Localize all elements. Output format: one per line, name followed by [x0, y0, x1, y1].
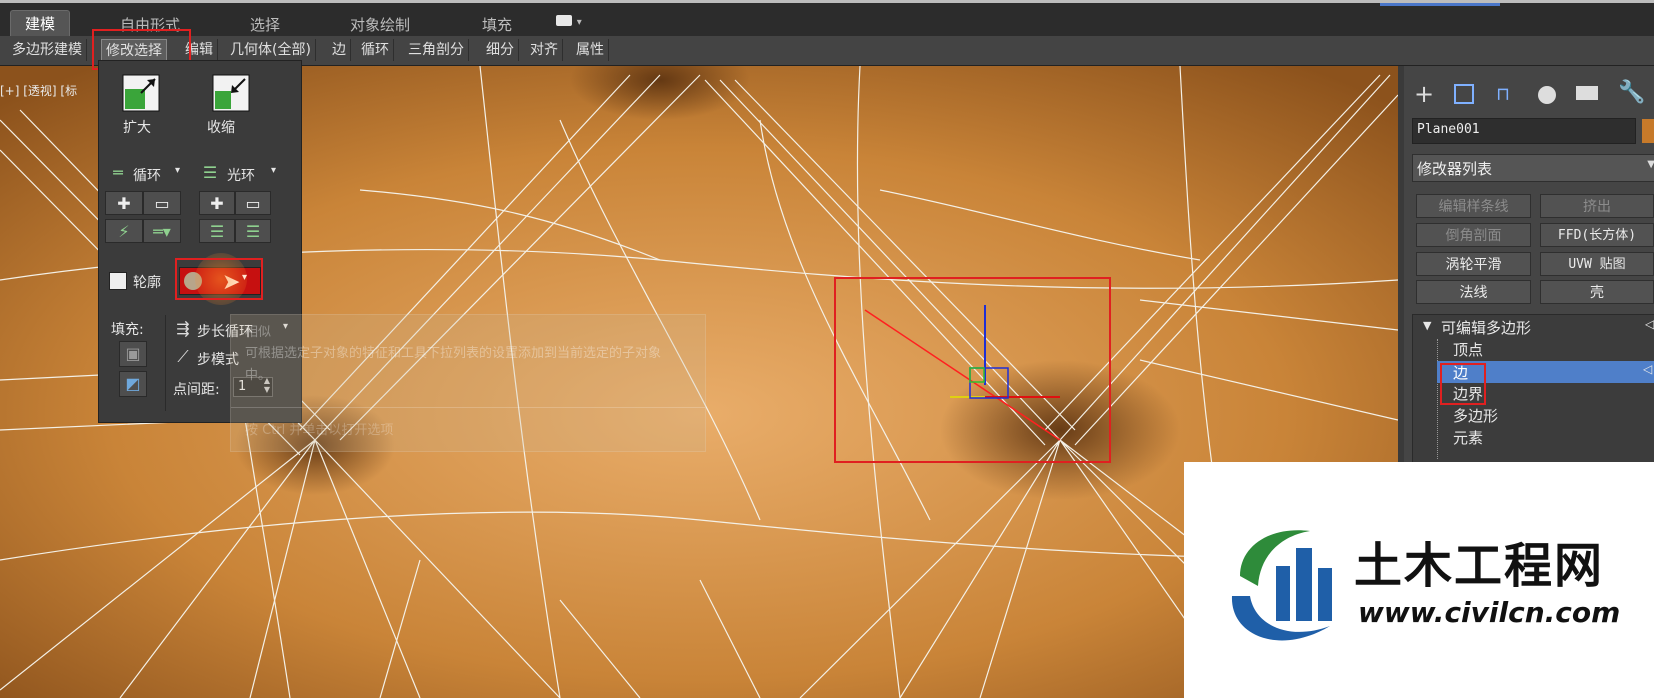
tb-properties[interactable]: 属性 — [572, 39, 609, 61]
stack-root-label[interactable]: 可编辑多边形 — [1441, 317, 1531, 338]
object-color-swatch[interactable] — [1642, 119, 1654, 143]
mod-normal-button[interactable]: 法线 — [1416, 280, 1531, 304]
tb-edge[interactable]: 边 — [328, 39, 351, 61]
tooltip-body: 可根据选定子对象的特征和工具下拉列表的设置添加到当前选定的子对象中。 — [245, 346, 662, 383]
stack-item-polygon[interactable]: 多边形 — [1453, 405, 1498, 426]
tab-selection[interactable]: 选择 — [250, 14, 280, 35]
stack-item-element[interactable]: 元素 — [1453, 427, 1483, 448]
loop-mode-icon: ═▾ — [153, 222, 171, 241]
light-bulb-icon: ◁ — [1643, 362, 1653, 376]
mod-edit-spline-button[interactable]: 编辑样条线 — [1416, 194, 1531, 218]
object-name-value: Plane001 — [1417, 122, 1480, 137]
mod-ffd-box-button[interactable]: FFD(长方体) — [1540, 223, 1654, 247]
chevron-down-icon: ▾ — [175, 165, 181, 176]
ring-mode-icon: ☰ — [245, 222, 261, 241]
mod-extrude-button[interactable]: 挤出 — [1540, 194, 1654, 218]
watermark-logo: 土木工程网 www.civilcn.com — [1184, 462, 1654, 698]
ribbon-tab-bar: 建模 自由形式 选择 对象绘制 填充 ▾ — [0, 0, 1654, 38]
outline-label: 轮廓 — [133, 275, 161, 291]
fill-element-icon: ◩ — [125, 374, 141, 393]
loop-mode-dropdown[interactable]: ═▾ — [143, 219, 181, 243]
shrink-ring-button[interactable]: ▭ — [235, 191, 271, 215]
tb-loops[interactable]: 循环 — [357, 39, 394, 61]
tb-subdivision[interactable]: 细分 — [482, 39, 519, 61]
chevron-down-icon: ▾ — [271, 165, 277, 176]
loop-dropdown[interactable]: ═ 循环 ▾ — [107, 163, 187, 185]
grow-label: 扩大 — [123, 120, 151, 136]
ring-icon: ☰ — [202, 163, 218, 182]
tb-align[interactable]: 对齐 — [526, 39, 563, 61]
fill-element-button[interactable]: ◩ — [119, 371, 147, 397]
chevron-down-icon: ▼ — [1647, 159, 1654, 170]
tooltip-title: 相似 — [245, 325, 272, 340]
hierarchy-tab-icon[interactable]: ⊓ — [1496, 84, 1510, 105]
tooltip-divider — [231, 407, 705, 408]
viewport-label[interactable]: [+] [透视] [标 — [0, 82, 77, 99]
outline-button[interactable]: 轮廓 — [107, 269, 171, 293]
window-strip — [1380, 3, 1500, 6]
light-bulb-icon[interactable]: ◁ — [1645, 317, 1654, 331]
modify-tab-icon[interactable] — [1454, 84, 1474, 104]
tb-tris[interactable]: 三角剖分 — [404, 39, 469, 61]
dot-gap-label: 点间距: — [173, 382, 220, 398]
panel-divider — [165, 315, 166, 411]
tab-object-paint[interactable]: 对象绘制 — [350, 14, 410, 35]
minus-icon: ▭ — [245, 194, 261, 213]
ring-dropdown[interactable]: ☰ 光环 ▾ — [199, 163, 289, 185]
loop-icon: ═ — [113, 163, 123, 182]
similar-tooltip: 相似 可根据选定子对象的特征和工具下拉列表的设置添加到当前选定的子对象中。 按 … — [230, 314, 706, 452]
mod-uvw-map-button[interactable]: UVW 贴图 — [1540, 252, 1654, 276]
create-tab-icon[interactable]: + — [1414, 80, 1434, 108]
mod-bevel-profile-button[interactable]: 倒角剖面 — [1416, 223, 1531, 247]
ribbon-options-icon[interactable]: ▾ — [556, 11, 582, 29]
modifier-list-label: 修改器列表 — [1417, 160, 1493, 178]
command-tabs: + ⊓ 🔧 — [1404, 80, 1654, 110]
grow-ring-button[interactable]: ✚ — [199, 191, 235, 215]
loop-label: 循环 — [133, 168, 161, 184]
fill-label: 填充: — [111, 322, 144, 338]
tab-populate[interactable]: 填充 — [482, 14, 512, 35]
watermark-name: 土木工程网 — [1354, 538, 1605, 594]
shrink-button[interactable]: 收缩 — [207, 73, 251, 136]
grow-button[interactable]: 扩大 — [121, 73, 161, 136]
similar-highlight — [175, 258, 263, 300]
ring-mode-button[interactable]: ☰ — [235, 219, 271, 243]
utilities-wrench-icon[interactable]: 🔧 — [1618, 80, 1645, 105]
watermark-url: www.civilcn.com — [1358, 596, 1621, 629]
step-mode-icon: ⟋ — [177, 347, 189, 366]
shrink-icon — [212, 74, 250, 112]
loop-select-icon: ⚡ — [118, 222, 130, 241]
stack-item-vertex[interactable]: 顶点 — [1453, 339, 1483, 360]
mod-turbosmooth-button[interactable]: 涡轮平滑 — [1416, 252, 1531, 276]
object-name-field[interactable]: Plane001 — [1412, 118, 1636, 144]
plus-icon: ✚ — [210, 194, 224, 213]
select-ring-button[interactable]: ☰ — [199, 219, 235, 243]
expand-triangle-icon[interactable]: ▼ — [1423, 319, 1431, 332]
shrink-loop-button[interactable]: ▭ — [143, 191, 181, 215]
tb-geometry-all[interactable]: 几何体(全部) — [226, 39, 316, 61]
fill-icon: ▣ — [125, 344, 141, 363]
modifier-list-dropdown[interactable]: 修改器列表 ▼ — [1412, 154, 1654, 182]
step-loop-icon: ⇶ — [176, 319, 190, 338]
tab-modeling[interactable]: 建模 — [10, 10, 71, 38]
shrink-label: 收缩 — [207, 120, 235, 136]
minus-icon: ▭ — [154, 194, 170, 213]
select-loop-button[interactable]: ⚡ — [105, 219, 143, 243]
tb-polygon-modeling[interactable]: 多边形建模 — [8, 39, 87, 61]
motion-tab-icon[interactable] — [1538, 86, 1556, 104]
outline-icon — [109, 272, 127, 290]
grow-icon — [122, 74, 160, 112]
civilcn-logo-icon — [1231, 530, 1332, 641]
grow-loop-button[interactable]: ✚ — [105, 191, 143, 215]
edge-item-highlight — [1440, 363, 1486, 405]
fill-button[interactable]: ▣ — [119, 341, 147, 367]
ring-select-icon: ☰ — [209, 222, 225, 241]
stack-tree-line — [1437, 339, 1439, 459]
selected-edge-highlight — [834, 277, 1111, 463]
plus-icon: ✚ — [117, 194, 131, 213]
tooltip-footer: 按 Ctrl 并单击以打开选项 — [245, 423, 394, 438]
display-tab-icon[interactable] — [1576, 86, 1598, 100]
ring-label: 光环 — [227, 168, 255, 184]
mod-shell-button[interactable]: 壳 — [1540, 280, 1654, 304]
